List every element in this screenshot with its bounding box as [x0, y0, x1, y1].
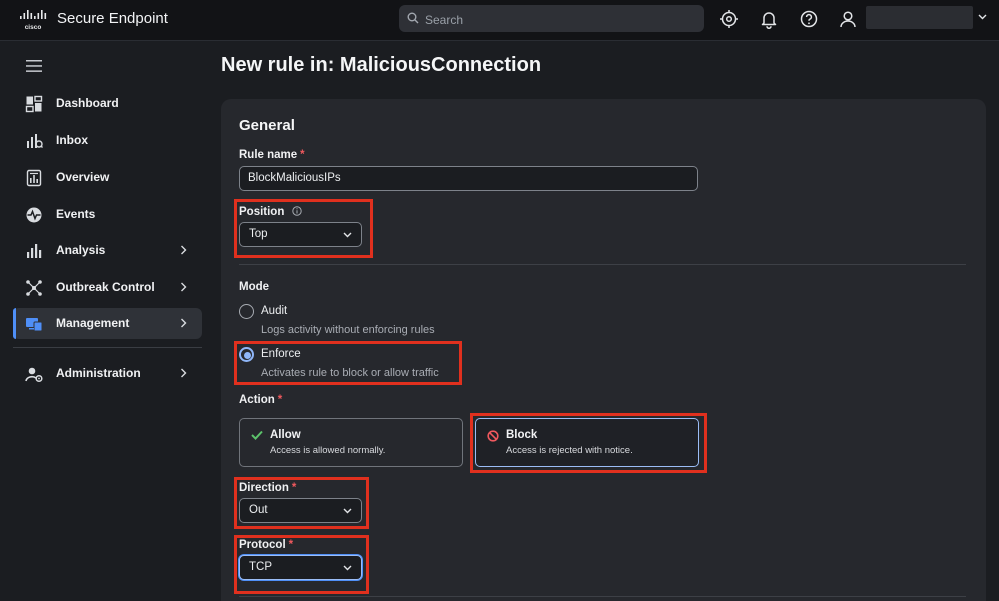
- dashboard-icon: [25, 95, 43, 113]
- section-title: General: [239, 117, 295, 134]
- administration-icon: [25, 367, 43, 383]
- sidebar-item-inbox[interactable]: Inbox: [13, 125, 202, 156]
- cisco-logo[interactable]: cisco: [19, 9, 49, 31]
- chevron-right-icon: [181, 318, 187, 328]
- user-account-menu[interactable]: [866, 6, 973, 29]
- active-indicator: [13, 308, 16, 339]
- required-mark: *: [291, 482, 297, 494]
- sidebar-item-label: Analysis: [56, 243, 106, 257]
- inbox-icon: [27, 134, 43, 148]
- chevron-right-icon: [181, 245, 187, 255]
- sidebar-item-label: Outbreak Control: [56, 280, 155, 294]
- direction-select[interactable]: Out: [239, 498, 362, 523]
- search-box[interactable]: [399, 5, 704, 34]
- audit-label[interactable]: Audit: [261, 305, 287, 317]
- search-input[interactable]: [423, 5, 697, 34]
- sidebar: Dashboard Inbox Overview Events Analysis…: [0, 41, 214, 601]
- sidebar-item-dashboard[interactable]: Dashboard: [13, 88, 202, 119]
- chevron-right-icon: [181, 368, 187, 378]
- position-select[interactable]: Top: [239, 222, 362, 247]
- svg-text:cisco: cisco: [25, 24, 42, 31]
- page-title: New rule in: MaliciousConnection: [221, 54, 542, 76]
- top-bar: cisco Secure Endpoint: [0, 0, 999, 41]
- protocol-value: TCP: [249, 561, 272, 573]
- sidebar-item-outbreak-control[interactable]: Outbreak Control: [13, 272, 202, 303]
- direction-label: Direction *: [239, 482, 297, 494]
- sidebar-item-administration[interactable]: Administration: [13, 358, 202, 389]
- user-icon[interactable]: [838, 9, 858, 29]
- sidebar-item-label: Inbox: [56, 133, 88, 147]
- enforce-radio[interactable]: [239, 347, 254, 362]
- sidebar-item-events[interactable]: Events: [13, 199, 202, 230]
- app-title: Secure Endpoint: [57, 10, 168, 27]
- block-title: Block: [506, 429, 538, 441]
- block-option-card[interactable]: Block Access is rejected with notice.: [475, 418, 699, 467]
- outbreak-icon: [26, 280, 42, 296]
- check-icon: [251, 430, 263, 440]
- chevron-down-icon: [343, 565, 352, 571]
- events-icon: [26, 207, 42, 223]
- target-icon[interactable]: [719, 9, 739, 29]
- chevron-down-icon: [343, 508, 352, 514]
- info-icon[interactable]: [291, 206, 302, 216]
- enforce-label[interactable]: Enforce: [261, 348, 301, 360]
- sidebar-item-label: Overview: [56, 170, 110, 184]
- block-description: Access is rejected with notice.: [506, 445, 633, 456]
- allow-title: Allow: [270, 429, 301, 441]
- protocol-select[interactable]: TCP: [239, 555, 362, 580]
- enforce-description: Activates rule to block or allow traffic: [261, 367, 439, 379]
- overview-icon: [26, 169, 42, 187]
- block-icon: [487, 430, 499, 442]
- general-form-panel: General Rule name * BlockMaliciousIPs Pos…: [221, 99, 986, 601]
- sidebar-item-label: Dashboard: [56, 96, 119, 110]
- position-label: Position: [239, 206, 302, 218]
- audit-radio[interactable]: [239, 304, 254, 319]
- audit-description: Logs activity without enforcing rules: [261, 324, 435, 336]
- analysis-icon: [27, 244, 42, 258]
- sidebar-item-label: Management: [56, 316, 130, 330]
- action-label: Action *: [239, 394, 283, 406]
- rule-name-input[interactable]: BlockMaliciousIPs: [239, 166, 698, 191]
- search-icon: [407, 12, 419, 24]
- chevron-right-icon: [181, 282, 187, 292]
- management-icon: [26, 318, 43, 332]
- sidebar-item-label: Administration: [56, 366, 141, 380]
- chevron-down-icon: [343, 232, 352, 238]
- sidebar-divider: [13, 347, 202, 348]
- sidebar-item-management[interactable]: Management: [13, 308, 202, 339]
- menu-icon[interactable]: [26, 60, 42, 72]
- required-mark: *: [277, 394, 283, 406]
- section-divider: [239, 264, 966, 265]
- sidebar-item-label: Events: [56, 207, 96, 221]
- required-mark: *: [288, 539, 294, 551]
- allow-option-card[interactable]: Allow Access is allowed normally.: [239, 418, 463, 467]
- allow-description: Access is allowed normally.: [270, 445, 386, 456]
- sidebar-item-analysis[interactable]: Analysis: [13, 235, 202, 266]
- rule-name-label: Rule name *: [239, 149, 305, 161]
- required-mark: *: [300, 149, 305, 161]
- chevron-down-icon[interactable]: [978, 14, 987, 20]
- help-icon[interactable]: [799, 9, 819, 29]
- sidebar-item-overview[interactable]: Overview: [13, 162, 202, 193]
- protocol-label: Protocol *: [239, 539, 294, 551]
- bell-icon[interactable]: [759, 9, 779, 29]
- section-divider: [239, 596, 966, 597]
- mode-label: Mode: [239, 281, 270, 293]
- position-value: Top: [249, 228, 268, 240]
- direction-value: Out: [249, 504, 268, 516]
